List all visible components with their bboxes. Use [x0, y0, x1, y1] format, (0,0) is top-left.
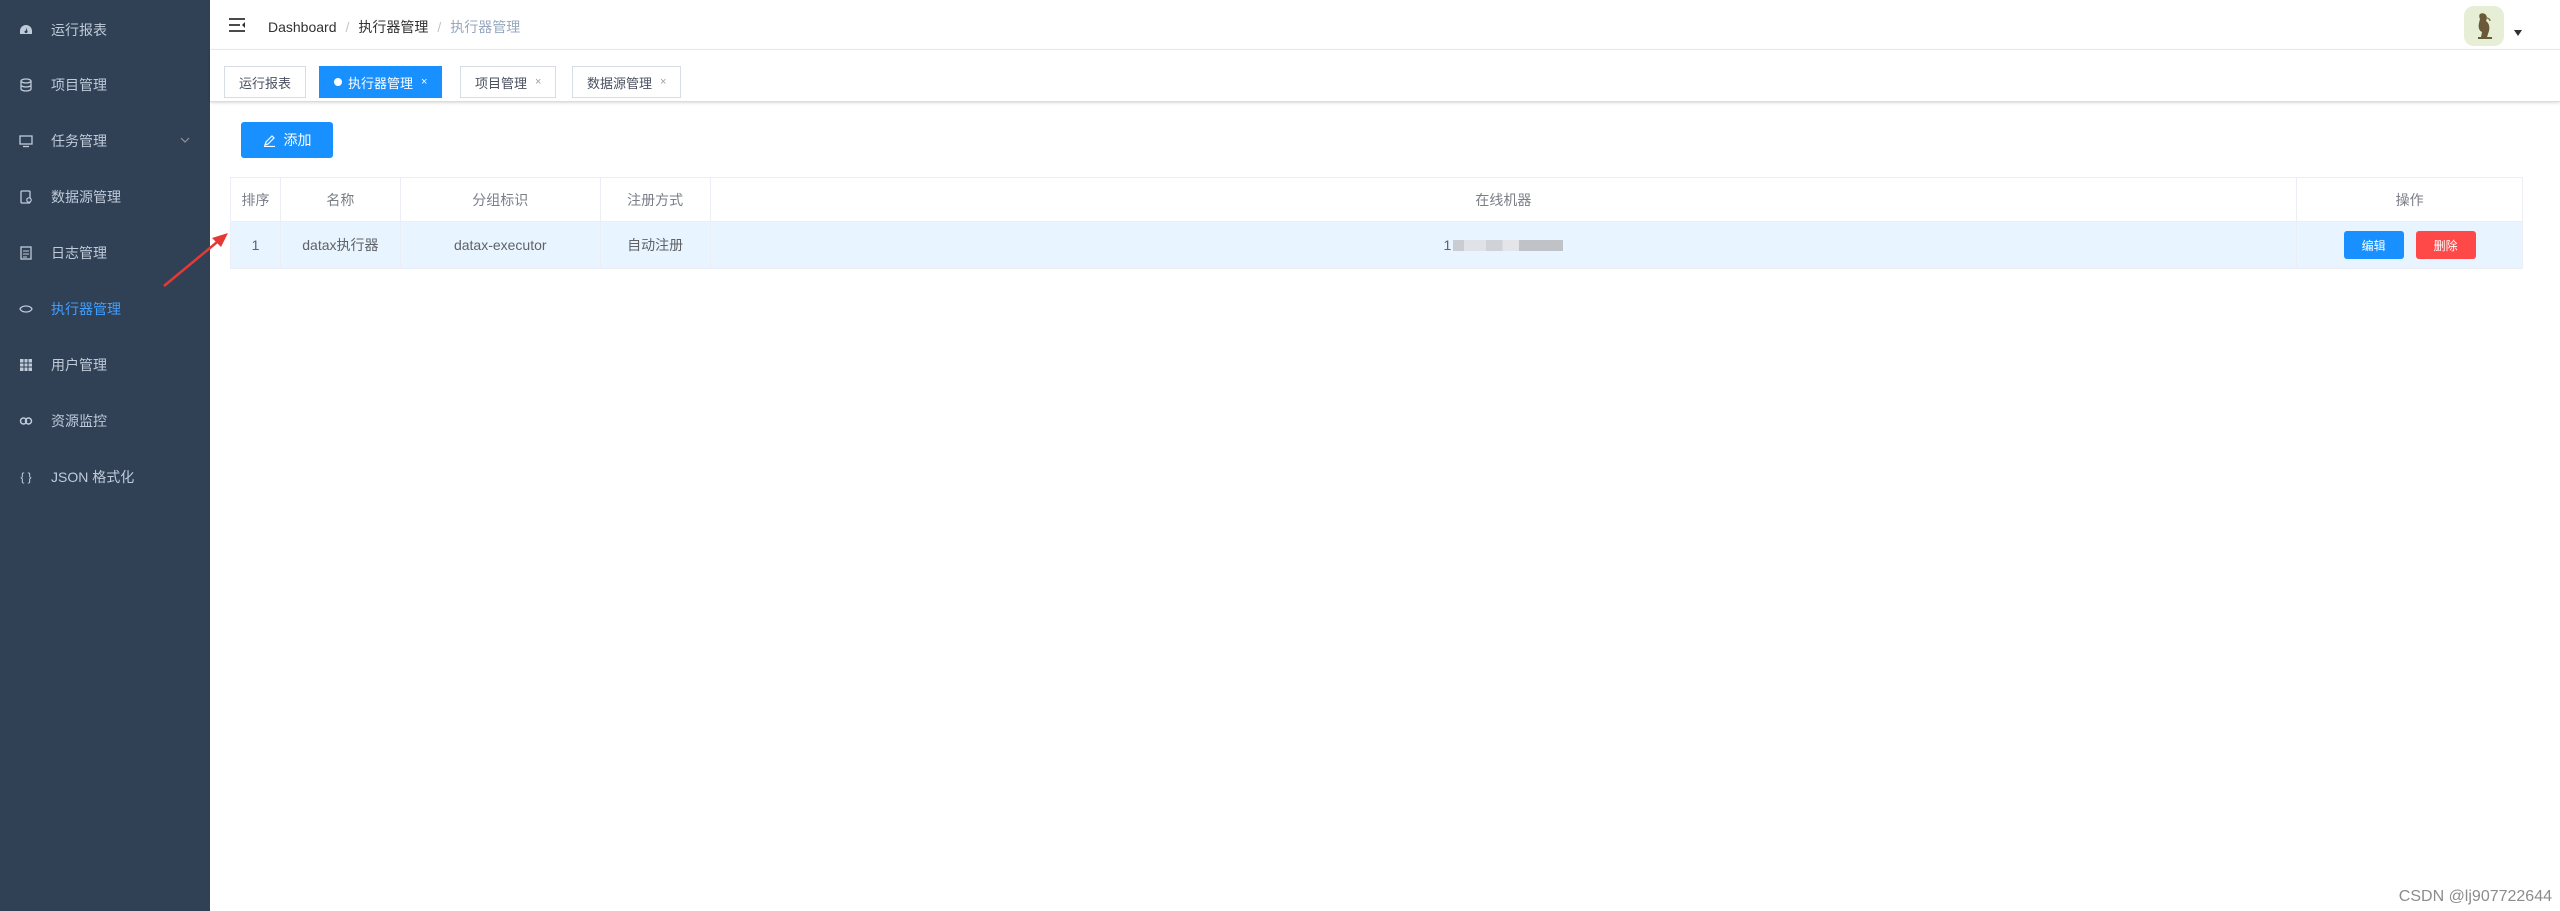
sidebar-item-label: 数据源管理 [51, 189, 121, 205]
sidebar-item-monitor[interactable]: 资源监控 [0, 393, 210, 449]
chevron-down-icon [180, 137, 190, 143]
sidebar-item-datasource[interactable]: 数据源管理 [0, 169, 210, 225]
column-header: 注册方式 [601, 178, 711, 221]
breadcrumb: Dashboard / 执行器管理 / 执行器管理 [268, 17, 520, 37]
sidebar-item-label: 项目管理 [51, 77, 107, 93]
sidebar-item-label: JSON 格式化 [51, 469, 135, 485]
cell-group: datax-executor [401, 222, 601, 268]
sidebar-item-dashboard[interactable]: 运行报表 [0, 2, 210, 58]
tab-datasource[interactable]: 数据源管理 × [572, 66, 682, 98]
tab-label: 项目管理 [475, 75, 528, 91]
sidebar-item-users[interactable]: 用户管理 [0, 337, 210, 393]
breadcrumb-current: 执行器管理 [450, 19, 521, 35]
document-icon [19, 246, 33, 260]
database-icon [19, 78, 33, 92]
column-header: 在线机器 [711, 178, 2298, 221]
sidebar: 运行报表 项目管理 任务管理 数据源管理 日志管理 执行器管理 用户管理 资源监… [0, 0, 210, 911]
executor-table: 排序 名称 分组标识 注册方式 在线机器 操作 1 datax执行器 datax… [230, 177, 2523, 269]
table-row[interactable]: 1 datax执行器 datax-executor 自动注册 1 编辑 删除 [231, 221, 2522, 268]
braces-icon: { } [20, 470, 32, 484]
table-header: 排序 名称 分组标识 注册方式 在线机器 操作 [231, 178, 2522, 221]
sidebar-item-label: 用户管理 [51, 357, 107, 373]
cell-name: datax执行器 [281, 222, 401, 268]
edit-button[interactable]: 编辑 [2343, 231, 2404, 259]
tab-dashboard[interactable]: 运行报表 [224, 66, 307, 98]
link-icon [19, 414, 33, 428]
breadcrumb-separator: / [437, 19, 442, 35]
sidebar-item-projects[interactable]: 项目管理 [0, 57, 210, 113]
breadcrumb-dashboard[interactable]: Dashboard [268, 19, 337, 35]
redacted-address [1453, 239, 1564, 251]
sidebar-item-tasks[interactable]: 任务管理 [0, 113, 210, 169]
datasource-icon [19, 190, 33, 204]
sidebar-item-label: 执行器管理 [51, 301, 121, 317]
sidebar-item-label: 任务管理 [51, 133, 107, 149]
avatar[interactable] [2464, 6, 2504, 46]
hamburger-icon[interactable] [228, 16, 246, 34]
tab-label: 数据源管理 [587, 75, 653, 91]
tab-executor[interactable]: 执行器管理 × [319, 66, 443, 98]
dashboard-icon [19, 23, 33, 37]
sidebar-item-label: 运行报表 [51, 22, 107, 38]
close-icon[interactable]: × [421, 76, 427, 88]
watermark: CSDN @lj907722644 [2398, 888, 2552, 905]
table-icon [19, 358, 33, 372]
tags-view: 运行报表 执行器管理 × 项目管理 × 数据源管理 × [210, 50, 2560, 102]
sidebar-item-label: 资源监控 [51, 413, 107, 429]
column-header: 操作 [2395, 191, 2424, 208]
executor-icon [19, 302, 33, 316]
tab-label: 运行报表 [239, 75, 292, 91]
delete-button[interactable]: 删除 [2415, 231, 2476, 259]
annotation-arrow-icon [163, 233, 228, 287]
column-header: 分组标识 [401, 178, 601, 221]
cell-online: 1 [711, 222, 2298, 268]
close-icon[interactable]: × [660, 76, 666, 88]
edit-icon [263, 134, 275, 147]
breadcrumb-executor-group: 执行器管理 [358, 19, 429, 35]
column-header: 排序 [231, 178, 281, 221]
tab-projects[interactable]: 项目管理 × [460, 66, 557, 98]
online-address-prefix: 1 [1443, 237, 1452, 253]
tab-label: 执行器管理 [348, 75, 414, 91]
column-header: 名称 [281, 178, 401, 221]
active-dot-icon [334, 78, 342, 86]
close-icon[interactable]: × [535, 76, 541, 88]
monitor-icon [19, 134, 33, 148]
cell-actions: 编辑 删除 [2297, 222, 2522, 268]
cell-order: 1 [231, 222, 281, 268]
navbar: Dashboard / 执行器管理 / 执行器管理 [210, 0, 2560, 50]
add-button[interactable]: 添加 [241, 122, 333, 158]
cell-register: 自动注册 [601, 222, 711, 268]
sidebar-item-label: 日志管理 [51, 245, 107, 261]
sidebar-item-json[interactable]: { } JSON 格式化 [0, 449, 210, 505]
caret-down-icon[interactable] [2514, 30, 2522, 36]
breadcrumb-separator: / [345, 19, 350, 35]
add-button-label: 添加 [283, 132, 312, 148]
